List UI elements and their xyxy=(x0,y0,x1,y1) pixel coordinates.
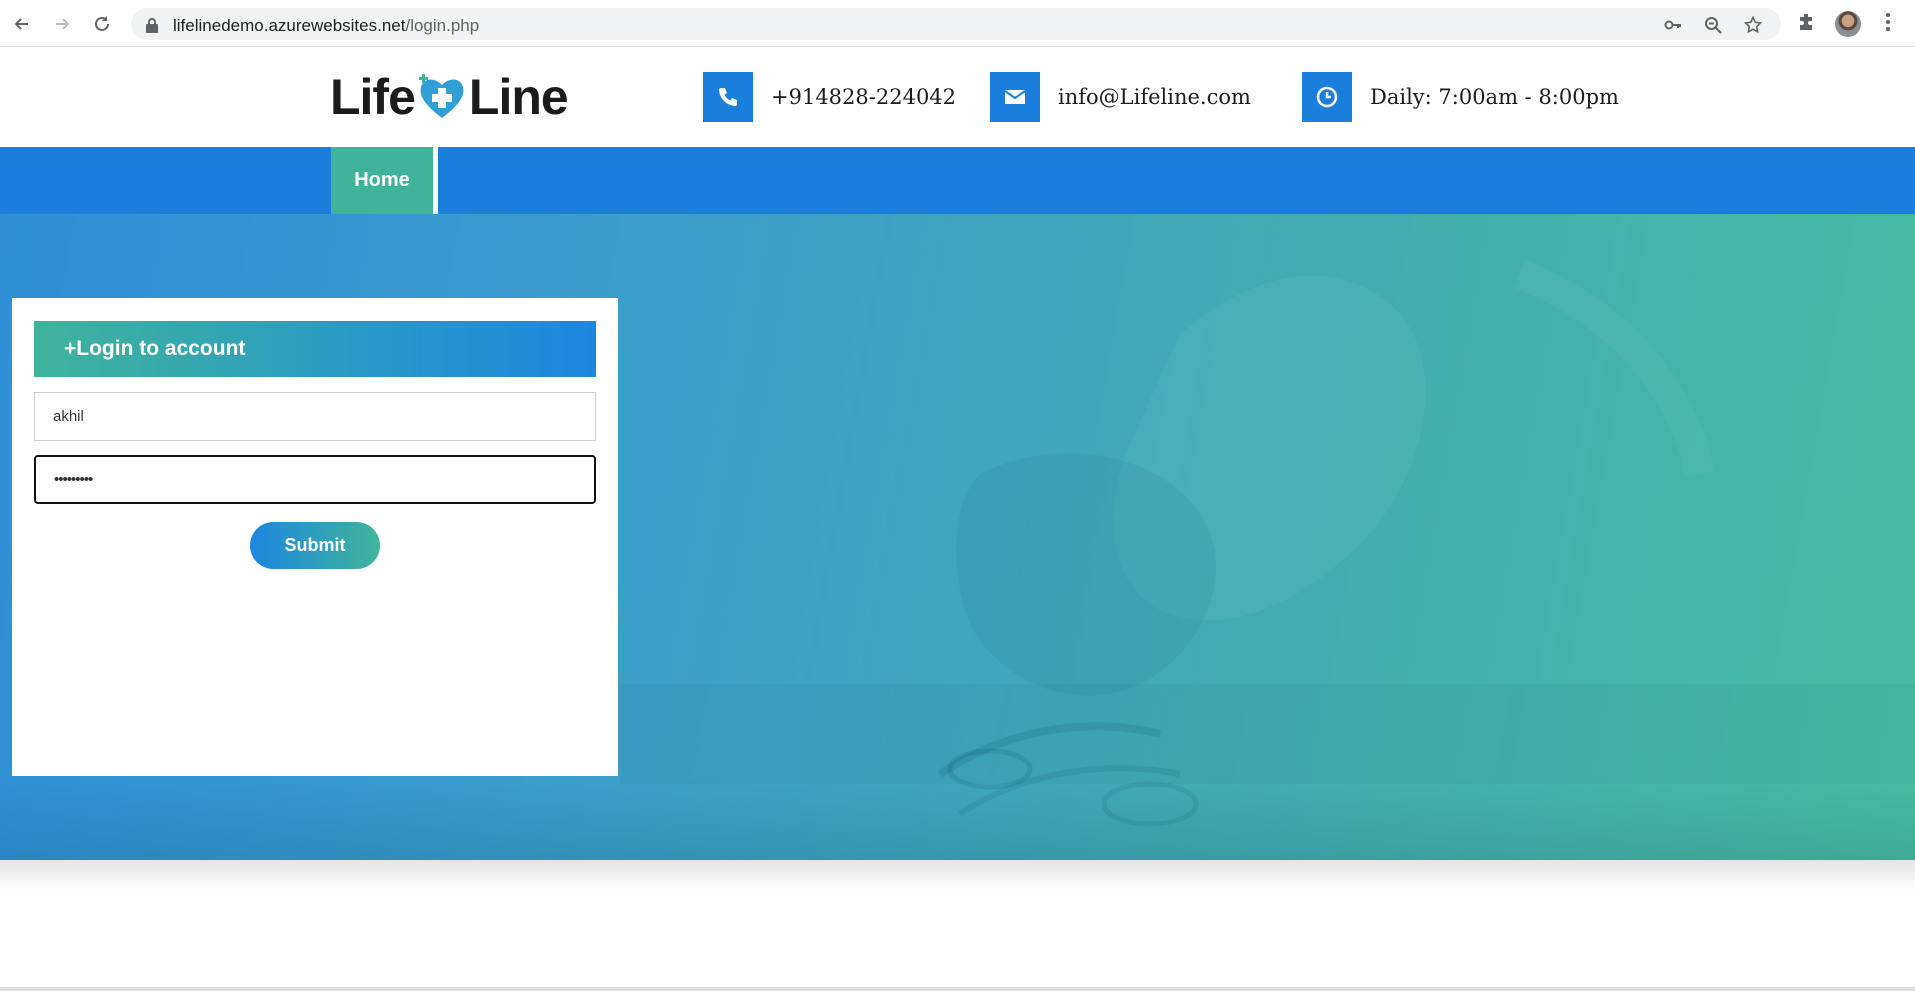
phone-icon xyxy=(703,72,753,122)
hero-shadow-band xyxy=(0,780,1915,860)
clock-icon xyxy=(1302,72,1352,122)
password-input[interactable]: ••••••••• xyxy=(34,455,596,504)
login-card-title: +Login to account xyxy=(34,321,596,377)
login-card: +Login to account akhil ••••••••• Submit xyxy=(12,298,618,776)
heart-plus-icon xyxy=(417,74,467,120)
url-text: lifelinedemo.azurewebsites.net/login.php xyxy=(173,16,479,36)
logo-text-line: Line xyxy=(468,69,569,125)
url-path: /login.php xyxy=(405,16,480,35)
browser-toolbar: lifelinedemo.azurewebsites.net/login.php xyxy=(0,0,1915,47)
email-text[interactable]: info@Lifeline.com xyxy=(1058,85,1251,109)
window-bottom-edge xyxy=(0,987,1915,991)
hero-bottom-shadow xyxy=(0,860,1915,890)
hours-text: Daily: 7:00am - 8:00pm xyxy=(1370,85,1619,109)
url-host: lifelinedemo.azurewebsites.net xyxy=(173,16,406,35)
menu-icon[interactable] xyxy=(1876,10,1902,36)
logo-text-life: Life xyxy=(330,69,416,125)
extensions-icon[interactable] xyxy=(1795,10,1821,36)
contact-email: info@Lifeline.com xyxy=(990,72,1251,122)
main-nav: Home xyxy=(0,147,1915,219)
site-logo[interactable]: Life Line xyxy=(330,69,569,125)
forward-icon[interactable] xyxy=(48,10,76,38)
lock-icon xyxy=(145,17,159,38)
envelope-icon xyxy=(990,72,1040,122)
nav-home-label: Home xyxy=(331,147,433,214)
site-header: Life Line +914828-224042 info@Lifeline.c… xyxy=(0,48,1915,147)
star-icon[interactable] xyxy=(1743,15,1763,34)
username-value: akhil xyxy=(53,408,84,425)
contact-phone: +914828-224042 xyxy=(703,72,956,122)
phone-text: +914828-224042 xyxy=(771,85,957,109)
username-input[interactable]: akhil xyxy=(34,392,596,441)
password-value: ••••••••• xyxy=(54,471,93,488)
back-icon[interactable] xyxy=(8,10,36,38)
reload-icon[interactable] xyxy=(88,10,116,38)
nav-item-home[interactable]: Home xyxy=(331,147,438,219)
profile-avatar[interactable] xyxy=(1835,11,1861,37)
address-bar[interactable]: lifelinedemo.azurewebsites.net/login.php xyxy=(131,8,1781,40)
contact-hours: Daily: 7:00am - 8:00pm xyxy=(1302,72,1619,122)
submit-button[interactable]: Submit xyxy=(250,522,380,569)
zoom-icon[interactable] xyxy=(1704,16,1722,34)
key-icon[interactable] xyxy=(1664,16,1682,34)
